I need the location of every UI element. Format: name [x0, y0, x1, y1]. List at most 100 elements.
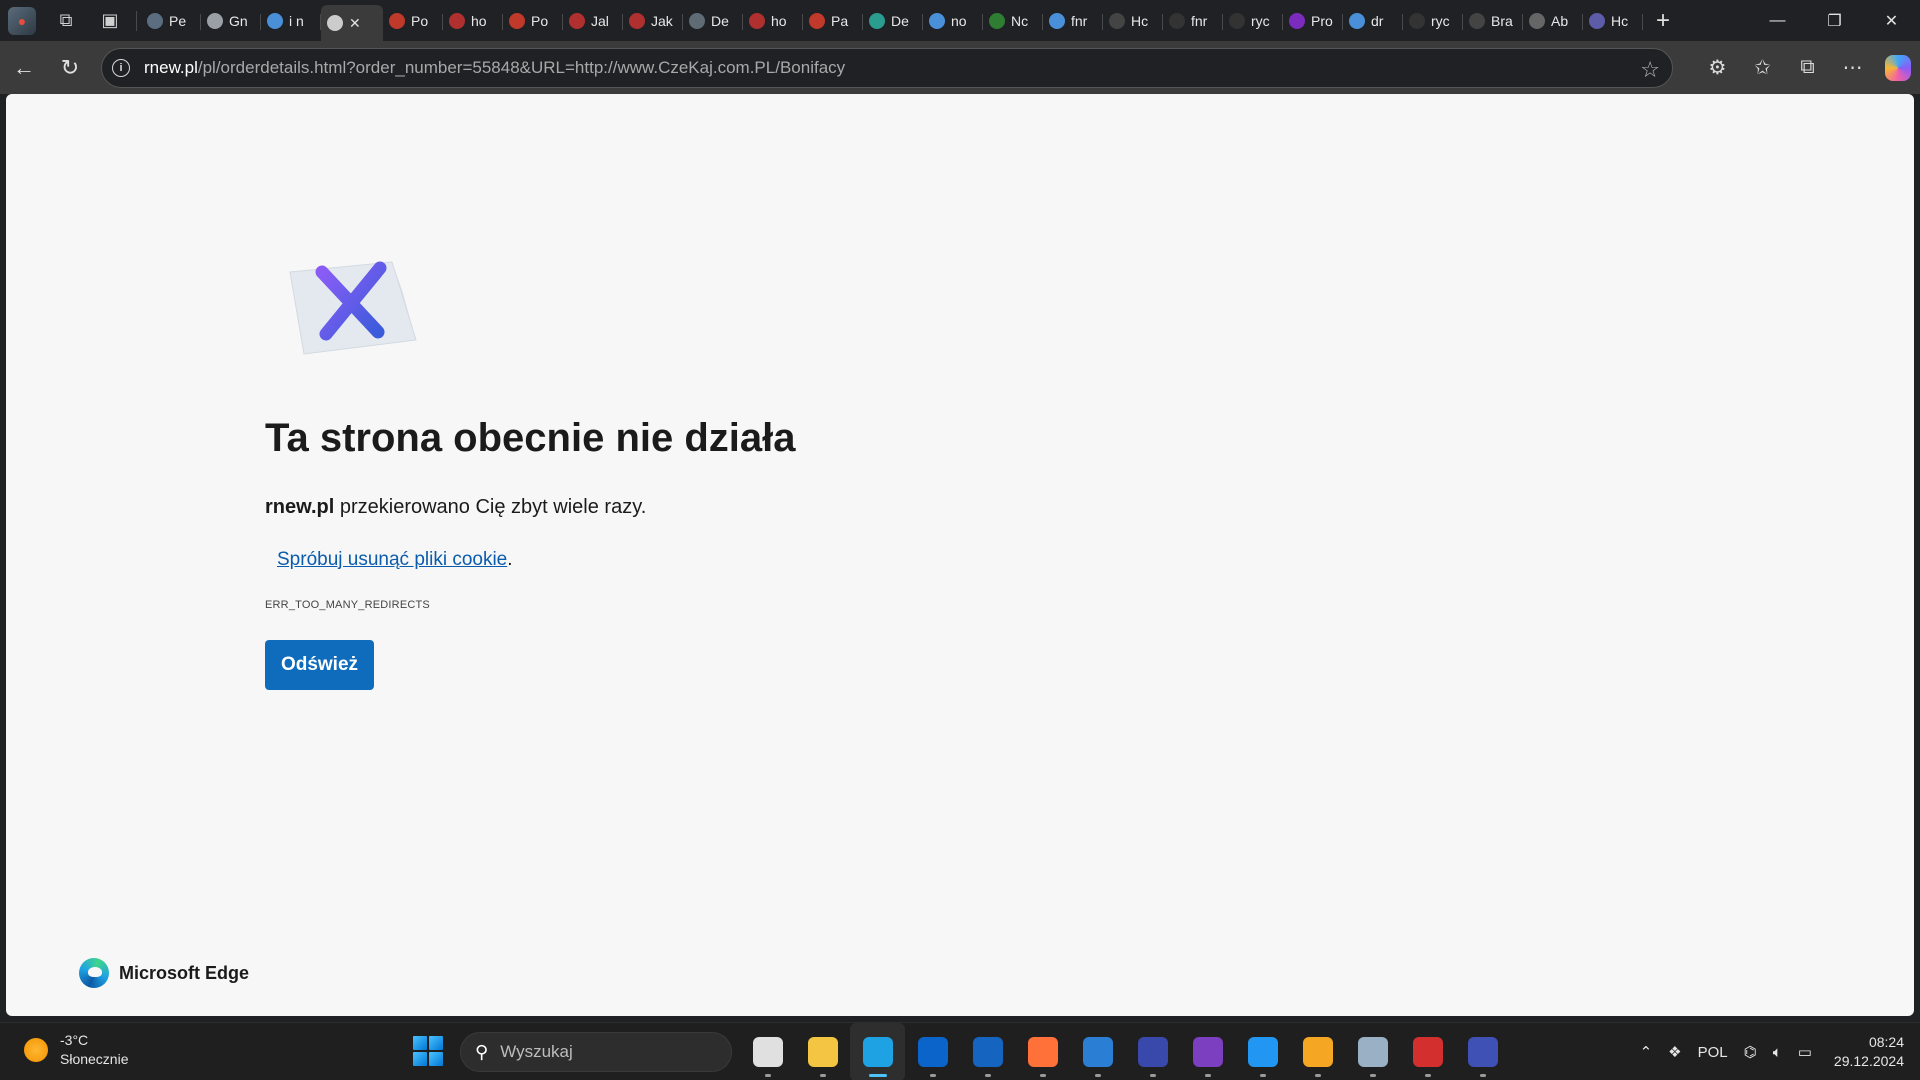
- browser-tab[interactable]: Jal: [563, 5, 623, 37]
- browser-tab[interactable]: Gn: [201, 5, 261, 37]
- taskbar-app-media-player[interactable]: [1290, 1023, 1345, 1080]
- browser-tab[interactable]: Po: [503, 5, 563, 37]
- back-button[interactable]: ←: [2, 46, 46, 90]
- site-info-icon[interactable]: i: [112, 59, 130, 77]
- new-tab-button[interactable]: +: [1643, 0, 1683, 41]
- browser-tab[interactable]: Bra: [1463, 5, 1523, 37]
- tab-title: Gn: [229, 12, 248, 29]
- taskbar-search[interactable]: ⚲ Wyszukaj: [460, 1032, 732, 1072]
- save-app-icon: [1137, 1037, 1168, 1067]
- taskbar-app-vscode[interactable]: [1235, 1023, 1290, 1080]
- tab-title: Po: [531, 12, 549, 29]
- browser-tab[interactable]: De: [863, 5, 923, 37]
- tab-favicon-icon: [869, 12, 885, 29]
- browser-tab[interactable]: Pa: [803, 5, 863, 37]
- workspaces-icon[interactable]: ⧉: [44, 0, 88, 41]
- tab-favicon-icon: [1109, 12, 1125, 29]
- browser-tab[interactable]: Hc: [1103, 5, 1163, 37]
- favorites-icon[interactable]: ✩: [1740, 41, 1785, 94]
- taskbar-app-podcast-app[interactable]: [1180, 1023, 1235, 1080]
- running-indicator: [764, 1074, 771, 1077]
- error-title: Ta strona obecnie nie działa: [265, 416, 796, 460]
- error-code: ERR_TOO_MANY_REDIRECTS: [265, 599, 430, 611]
- browser-tab[interactable]: i n: [261, 5, 321, 37]
- browser-tab[interactable]: Po: [383, 5, 443, 37]
- tab-title: ryc: [1431, 12, 1450, 29]
- tab-favicon-icon: [1529, 12, 1545, 29]
- close-window-button[interactable]: ✕: [1863, 0, 1920, 41]
- tab-favicon-icon: [1289, 12, 1305, 29]
- dropbox-icon[interactable]: ❖: [1660, 1043, 1689, 1061]
- browser-tab[interactable]: fnr: [1163, 5, 1223, 37]
- more-options-icon[interactable]: ⋯: [1830, 41, 1875, 94]
- tab-title: De: [891, 12, 909, 29]
- clear-cookies-link[interactable]: Spróbuj usunąć pliki cookie: [277, 549, 507, 570]
- taskbar-app-photos[interactable]: [1070, 1023, 1125, 1080]
- restore-button[interactable]: ❐: [1806, 0, 1863, 41]
- taskbar-app-save-app[interactable]: [1125, 1023, 1180, 1080]
- browser-tab[interactable]: ryc: [1223, 5, 1283, 37]
- clock-time: 08:24: [1868, 1034, 1904, 1050]
- browser-tab[interactable]: fnr: [1043, 5, 1103, 37]
- start-button[interactable]: [413, 1036, 443, 1066]
- taskbar-app-edge[interactable]: [850, 1023, 905, 1080]
- browser-tab[interactable]: ho: [443, 5, 503, 37]
- volume-icon[interactable]: 🔈︎: [1765, 1044, 1790, 1061]
- browser-tab[interactable]: De: [683, 5, 743, 37]
- network-icon[interactable]: ⌬: [1736, 1043, 1765, 1061]
- browser-tab[interactable]: ✕: [321, 5, 383, 41]
- vertical-tabs-icon[interactable]: ▣: [88, 0, 132, 41]
- browser-tab[interactable]: dr: [1343, 5, 1403, 37]
- show-hidden-icons-icon[interactable]: ⌃: [1632, 1043, 1661, 1061]
- microsoft-store-icon: [917, 1037, 948, 1067]
- browser-tab[interactable]: Jak: [623, 5, 683, 37]
- collections-icon[interactable]: ⧉: [1785, 41, 1830, 94]
- browser-tab[interactable]: Hc: [1583, 5, 1643, 37]
- tab-favicon-icon: [809, 12, 825, 29]
- tab-favicon-icon: [569, 12, 585, 29]
- edge-branding: Microsoft Edge: [79, 958, 249, 988]
- url-text[interactable]: rnew.pl/pl/orderdetails.html?order_numbe…: [144, 58, 845, 78]
- virtualbox-icon: [1357, 1037, 1388, 1067]
- address-bar[interactable]: i rnew.pl/pl/orderdetails.html?order_num…: [101, 48, 1673, 88]
- tab-title: Jal: [591, 12, 609, 29]
- weather-widget[interactable]: -3°C Słonecznie: [24, 1031, 129, 1069]
- battery-icon[interactable]: ▭: [1790, 1043, 1820, 1061]
- taskbar-app-virtualbox[interactable]: [1345, 1023, 1400, 1080]
- podcast-app-icon: [1192, 1037, 1223, 1067]
- taskbar-app-task-view[interactable]: [740, 1023, 795, 1080]
- extensions-icon[interactable]: ⚙: [1695, 41, 1740, 94]
- tab-favicon-icon: [267, 12, 283, 29]
- profile-button[interactable]: ●: [0, 0, 44, 41]
- tab-title: ho: [771, 12, 787, 29]
- browser-tab[interactable]: ho: [743, 5, 803, 37]
- browser-tab[interactable]: ryc: [1403, 5, 1463, 37]
- close-tab-icon[interactable]: ✕: [349, 15, 361, 32]
- clock[interactable]: 08:24 29.12.2024: [1820, 1033, 1920, 1071]
- refresh-button[interactable]: ↻: [48, 46, 92, 90]
- error-message: przekierowano Cię zbyt wiele razy.: [339, 496, 647, 518]
- windows-taskbar: -3°C Słonecznie ⚲ Wyszukaj ⌃ ❖ POL ⌬ 🔈︎ …: [0, 1022, 1920, 1080]
- taskbar-app-outlook[interactable]: [960, 1023, 1015, 1080]
- copilot-button[interactable]: [1875, 41, 1920, 94]
- taskbar-app-draw-app[interactable]: [1455, 1023, 1510, 1080]
- taskbar-app-pdf-app[interactable]: [1400, 1023, 1455, 1080]
- draw-app-icon: [1467, 1037, 1498, 1067]
- tab-title: i n: [289, 12, 304, 29]
- browser-tab[interactable]: no: [923, 5, 983, 37]
- taskbar-app-microsoft-store[interactable]: [905, 1023, 960, 1080]
- taskbar-app-file-explorer[interactable]: [795, 1023, 850, 1080]
- taskbar-app-firefox[interactable]: [1015, 1023, 1070, 1080]
- browser-tab[interactable]: Nc: [983, 5, 1043, 37]
- tab-favicon-icon: [629, 12, 645, 29]
- reload-button[interactable]: Odśwież: [265, 640, 374, 690]
- browser-tab[interactable]: Ab: [1523, 5, 1583, 37]
- error-x-illustration-icon: [289, 261, 417, 355]
- browser-tab[interactable]: Pro: [1283, 5, 1343, 37]
- favorite-star-icon[interactable]: ☆: [1640, 57, 1660, 83]
- minimize-button[interactable]: —: [1749, 0, 1806, 41]
- browser-tab[interactable]: Pe: [141, 5, 201, 37]
- language-indicator[interactable]: POL: [1690, 1044, 1736, 1061]
- running-indicator: [984, 1074, 991, 1077]
- brand-name: Microsoft Edge: [119, 962, 250, 983]
